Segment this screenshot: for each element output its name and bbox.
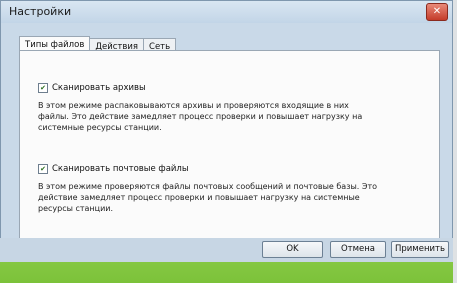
- scan-mail-label: Сканировать почтовые файлы: [52, 164, 189, 174]
- settings-dialog: Настройки ✕ Типы файлов Действия Сеть ✔ Ск…: [0, 0, 453, 264]
- cancel-button[interactable]: Отмена: [330, 241, 386, 258]
- ok-button[interactable]: OK: [262, 241, 323, 258]
- scan-archives-description: В этом режиме распаковываются архивы и п…: [38, 101, 363, 132]
- scan-mail-description: В этом режиме проверяются файлы почтовых…: [38, 182, 377, 213]
- close-button[interactable]: ✕: [426, 3, 448, 21]
- apply-button[interactable]: Применить: [391, 241, 449, 258]
- tab-bar: Типы файлов Действия Сеть: [19, 34, 177, 54]
- option-scan-mail: ✔ Сканировать почтовые файлы В этом режи…: [38, 163, 379, 214]
- close-icon: ✕: [432, 6, 442, 17]
- dialog-title: Настройки: [9, 5, 72, 18]
- button-strip: OK Отмена Применить: [0, 238, 453, 262]
- scan-archives-label: Сканировать архивы: [52, 83, 146, 93]
- scan-mail-checkbox[interactable]: ✔: [38, 164, 48, 174]
- title-bar[interactable]: Настройки ✕: [1, 1, 452, 23]
- scan-archives-checkbox[interactable]: ✔: [38, 83, 48, 93]
- bottom-bar: OK Отмена Применить: [0, 238, 453, 283]
- option-scan-archives: ✔ Сканировать архивы В этом режиме распа…: [38, 82, 379, 133]
- tab-panel: ✔ Сканировать архивы В этом режиме распа…: [19, 50, 440, 240]
